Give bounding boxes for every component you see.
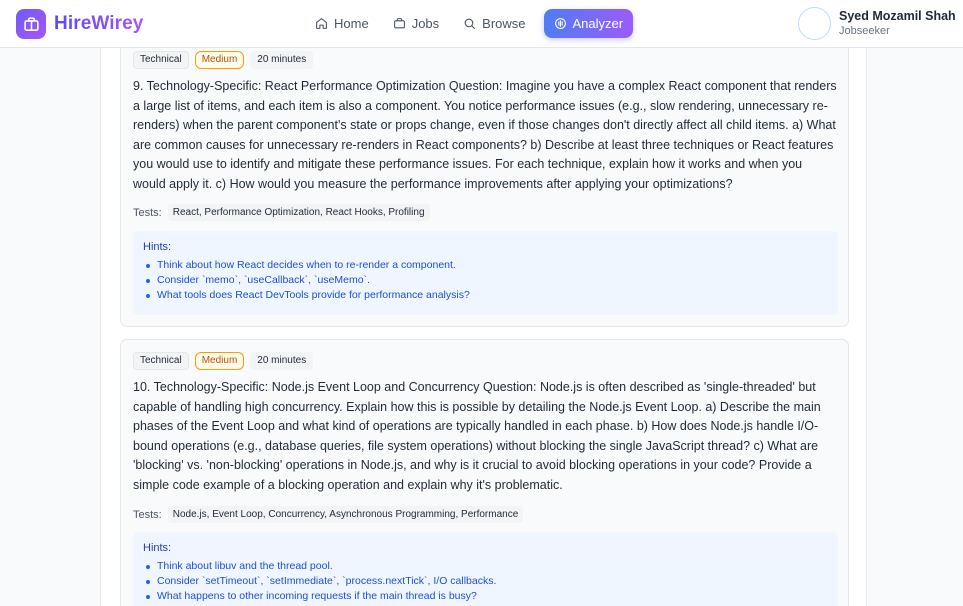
brand[interactable]: HireWirey — [16, 9, 143, 39]
nav-item-analyzer[interactable]: Analyzer — [543, 9, 634, 38]
tests-chip: React, Performance Optimization, React H… — [167, 204, 430, 221]
briefcase-icon — [393, 18, 405, 29]
hint-item: Consider `setTimeout`, `setImmediate`, `… — [143, 574, 828, 589]
question-text: 10. Technology-Specific: Node.js Event L… — [133, 380, 821, 492]
hint-item: Think about libuv and the thread pool. — [143, 559, 828, 574]
question-card: Technical Medium 20 minutes 9. Technolog… — [120, 48, 849, 327]
nav-item-label: Browse — [482, 16, 526, 31]
hint-item: What happens to other incoming requests … — [143, 589, 828, 604]
hints-list: Think about how React decides when to re… — [143, 258, 828, 303]
tests-row: Tests: Node.js, Event Loop, Concurrency,… — [133, 506, 524, 523]
tests-label: Tests: — [133, 206, 162, 219]
user-info: Syed Mozamil Shah Jobseeker — [839, 9, 956, 38]
tests-row: Tests: React, Performance Optimization, … — [133, 204, 430, 221]
nav-item-label: Home — [334, 16, 369, 31]
difficulty-badge: Medium — [194, 352, 245, 370]
search-icon — [464, 18, 476, 29]
briefcase-logo-icon — [16, 9, 46, 39]
difficulty-badge: Medium — [194, 51, 245, 69]
duration-badge: 20 minutes — [250, 51, 314, 69]
duration-badge: 20 minutes — [250, 352, 314, 370]
user-menu[interactable]: Syed Mozamil Shah Jobseeker — [798, 7, 956, 40]
nav-item-home[interactable]: Home — [305, 9, 379, 38]
hints-box: Hints: Think about how React decides whe… — [133, 231, 838, 315]
user-role: Jobseeker — [839, 25, 890, 37]
question-card: Technical Medium 20 minutes 10. Technolo… — [120, 339, 849, 606]
nav-item-label: Jobs — [411, 16, 440, 31]
hints-title: Hints: — [143, 542, 172, 554]
tests-label: Tests: — [133, 508, 162, 521]
avatar[interactable] — [798, 7, 831, 40]
category-badge: Technical — [133, 352, 189, 370]
question-badges: Technical Medium 20 minutes — [133, 352, 314, 370]
nav-item-label: Analyzer — [572, 16, 624, 31]
hint-item: Consider `memo`, `useCallback`, `useMemo… — [143, 273, 828, 288]
nav-item-jobs[interactable]: Jobs — [383, 9, 449, 38]
category-badge: Technical — [133, 51, 189, 69]
questions-panel[interactable]: Technical Medium 20 minutes 9. Technolog… — [100, 48, 867, 606]
hint-item: Think about how React decides when to re… — [143, 258, 828, 273]
question-badges: Technical Medium 20 minutes — [133, 51, 314, 69]
home-icon — [316, 18, 327, 29]
hints-box: Hints: Think about libuv and the thread … — [133, 532, 838, 606]
main-nav: Home Jobs Browse Analyzer — [305, 9, 634, 38]
analyzer-icon — [554, 18, 566, 29]
nav-item-browse[interactable]: Browse — [453, 9, 535, 38]
user-name: Syed Mozamil Shah — [839, 9, 956, 23]
brand-name: HireWirey — [54, 13, 144, 34]
tests-chip: Node.js, Event Loop, Concurrency, Asynch… — [167, 506, 524, 523]
top-navbar: HireWirey Home Jobs Browse Analyzer Syed… — [0, 0, 963, 48]
hint-item: What tools does React DevTools provide f… — [143, 288, 828, 303]
hints-list: Think about libuv and the thread pool. C… — [143, 559, 828, 604]
hints-title: Hints: — [143, 241, 172, 253]
question-text: 9. Technology-Specific: React Performanc… — [133, 79, 837, 191]
